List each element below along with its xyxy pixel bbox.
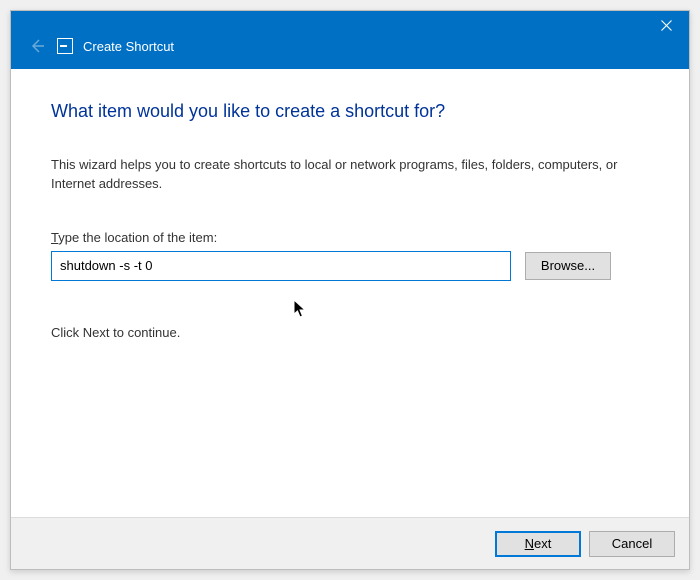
cancel-button[interactable]: Cancel (589, 531, 675, 557)
back-arrow-icon (25, 34, 49, 58)
shortcut-icon (57, 38, 73, 54)
wizard-description: This wizard helps you to create shortcut… (51, 156, 649, 194)
next-button[interactable]: Next (495, 531, 581, 557)
window-title: Create Shortcut (83, 39, 174, 54)
browse-button[interactable]: Browse... (525, 252, 611, 280)
close-icon (661, 20, 672, 31)
wizard-content: What item would you like to create a sho… (11, 69, 689, 517)
titlebar: Create Shortcut (11, 11, 689, 69)
location-row: Browse... (51, 251, 649, 281)
location-input[interactable] (51, 251, 511, 281)
cursor-icon (293, 299, 307, 319)
wizard-heading: What item would you like to create a sho… (51, 101, 649, 122)
location-label: Type the location of the item: (51, 230, 649, 245)
close-button[interactable] (643, 11, 689, 39)
continue-hint: Click Next to continue. (51, 325, 649, 340)
wizard-footer: Next Cancel (11, 517, 689, 569)
create-shortcut-wizard: Create Shortcut What item would you like… (10, 10, 690, 570)
